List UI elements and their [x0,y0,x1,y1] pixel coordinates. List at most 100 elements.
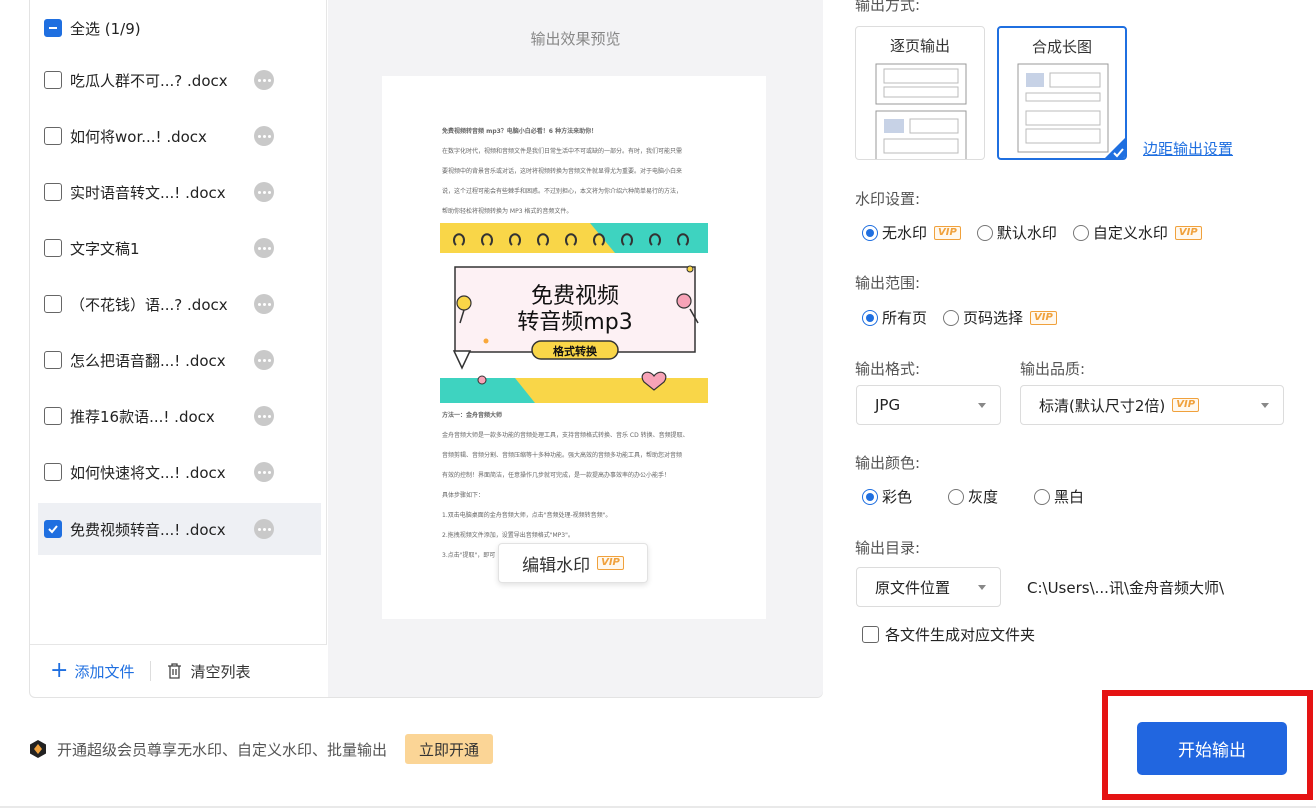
vip-badge: VIP [1030,310,1057,325]
select-all-label: 全选 (1/9) [70,19,141,38]
preview-title: 输出效果预览 [530,30,621,48]
art-tag: 格式转换 [553,344,598,358]
mode-long-image[interactable]: 合成长图 [997,26,1127,160]
radio-button[interactable] [976,224,993,241]
doc-text-line: 2.拖拽视频文件添加，设置导出音频格式"MP3"。 [442,532,574,539]
folder-checkbox[interactable] [862,626,879,643]
more-options-icon[interactable] [254,462,274,482]
file-name: （不花钱）语...? .docx [70,295,228,314]
add-file-button[interactable]: + 添加文件 [50,660,134,682]
output-dir-label: 输出目录: [855,539,921,557]
open-membership-button[interactable]: 立即开通 [405,734,494,764]
file-row[interactable]: 如何将wor...! .docx [38,110,321,162]
doc-text-line: 免费视频转音频 mp3？电脑小白必看！6 种方法来助你！ [442,128,598,135]
file-name: 怎么把语音翻...! .docx [70,351,226,370]
file-checkbox[interactable] [44,183,62,201]
radio-custom-watermark[interactable]: 自定义水印 VIP [1072,222,1202,243]
more-options-icon[interactable] [254,406,274,426]
more-options-icon[interactable] [254,126,274,146]
margin-settings-link[interactable]: 边距输出设置 [1143,138,1233,159]
doc-text-line: 在数字化时代，视频和音频文件是我们日常生活中不可或缺的一部分。有时，我们可能只需 [442,148,683,155]
file-checkbox[interactable] [44,295,62,313]
more-options-icon[interactable] [254,182,274,202]
clear-list-button[interactable]: 清空列表 [167,661,250,682]
file-row[interactable]: 实时语音转文...! .docx [38,166,321,218]
doc-text-line: 3.点击"提取"，即可 [442,552,496,559]
start-export-button[interactable]: 开始输出 [1137,722,1287,775]
radio-button[interactable] [862,224,878,241]
output-dir-select[interactable]: 原文件位置 [856,567,1001,607]
radio-grayscale[interactable]: 灰度 [948,486,998,507]
selected-check-icon [1105,138,1125,158]
more-options-icon[interactable] [254,70,274,90]
file-name: 免费视频转音...! .docx [70,520,226,539]
radio-button[interactable] [948,488,965,505]
trash-icon [168,663,182,679]
select-all-row[interactable]: 全选 (1/9) [38,2,321,54]
file-checkbox[interactable] [44,463,62,481]
file-checkbox[interactable] [44,127,62,145]
doc-text-line: 说，这个过程可能会有些棘手和困惑。不过别担心，本文将为你介绍六种简单易行的方法， [442,188,683,195]
file-checkbox[interactable] [44,71,62,89]
watermark-radio-group: 无水印 VIP 默认水印 自定义水印 VIP [862,222,1218,243]
more-options-icon[interactable] [254,238,274,258]
radio-button[interactable] [862,488,878,505]
mode-page-by-page[interactable]: 逐页输出 [855,26,985,160]
radio-button[interactable] [1072,224,1089,241]
file-row[interactable]: 推荐16款语...! .docx [38,390,321,442]
radio-label: 黑白 [1054,488,1085,506]
file-row[interactable]: （不花钱）语...? .docx [38,278,321,330]
radio-button[interactable] [862,309,878,326]
radio-label: 灰度 [968,488,999,506]
radio-button[interactable] [943,309,960,326]
doc-text-line: 具体步骤如下： [442,492,485,499]
file-checkbox[interactable] [44,351,62,369]
radio-no-watermark[interactable]: 无水印 VIP [862,222,961,243]
quality-select[interactable]: 标清(默认尺寸2倍) VIP [1020,385,1284,425]
file-checkbox-checked[interactable] [44,520,62,538]
edit-watermark-button[interactable]: 编辑水印 VIP [498,543,648,583]
quality-value: 标清(默认尺寸2倍) [1039,396,1166,415]
file-name: 如何快速将文...! .docx [70,463,226,482]
select-all-checkbox[interactable] [44,19,62,37]
radio-all-pages[interactable]: 所有页 [862,307,927,328]
file-row-selected[interactable]: 免费视频转音...! .docx [38,503,321,555]
radio-black-white[interactable]: 黑白 [1034,486,1084,507]
radio-label: 默认水印 [996,224,1057,242]
more-options-icon[interactable] [254,519,274,539]
format-select[interactable]: JPG [856,385,1001,425]
file-checkbox[interactable] [44,239,62,257]
radio-button[interactable] [1034,488,1051,505]
watermark-label: 水印设置: [855,190,921,208]
radio-default-watermark[interactable]: 默认水印 [976,222,1057,243]
file-panel: 全选 (1/9) 吃瓜人群不可...? .docx 如何将wor...! .do… [29,0,823,698]
more-options-icon[interactable] [254,294,274,314]
range-label: 输出范围: [855,274,921,292]
vip-badge: VIP [1172,398,1200,412]
file-row[interactable]: 文字文稿1 [38,222,321,274]
file-list-footer: + 添加文件 清空列表 [30,644,327,697]
radio-label: 自定义水印 [1092,224,1168,242]
doc-text-line: 方法一：金舟音频大师 [442,412,503,419]
preview-area: 输出效果预览 免费视频转音频 mp3？电脑小白必看！6 种方法来助你！ 在数字化… [328,0,823,697]
radio-color[interactable]: 彩色 [862,486,912,507]
folder-per-file-option[interactable]: 各文件生成对应文件夹 [862,624,1035,645]
radio-page-select[interactable]: 页码选择 VIP [943,307,1057,328]
file-row[interactable]: 如何快速将文...! .docx [38,446,321,498]
vip-promo: 开通超级会员尊享无水印、自定义水印、批量输出 立即开通 [29,734,494,764]
file-checkbox[interactable] [44,407,62,425]
file-row[interactable]: 吃瓜人群不可...? .docx [38,54,321,106]
quality-label: 输出品质: [1020,360,1086,378]
promo-text: 开通超级会员尊享无水印、自定义水印、批量输出 [57,740,388,759]
long-image-icon [1017,63,1109,153]
more-options-icon[interactable] [254,350,274,370]
edit-watermark-label: 编辑水印 [522,555,591,576]
doc-text-line: 音频剪辑、音频分割、音频压缩等十多种功能。强大高效的音频多功能工具，帮助您对音频 [442,452,683,459]
art-title-line2: 转音频mp3 [517,310,632,335]
format-value: JPG [875,396,901,414]
chevron-down-icon [978,584,986,590]
folder-checkbox-label: 各文件生成对应文件夹 [885,626,1036,644]
plus-icon: + [50,658,69,683]
file-row[interactable]: 怎么把语音翻...! .docx [38,334,321,386]
article-illustration: 免费视频 转音频mp3 格式转换 [440,223,708,403]
